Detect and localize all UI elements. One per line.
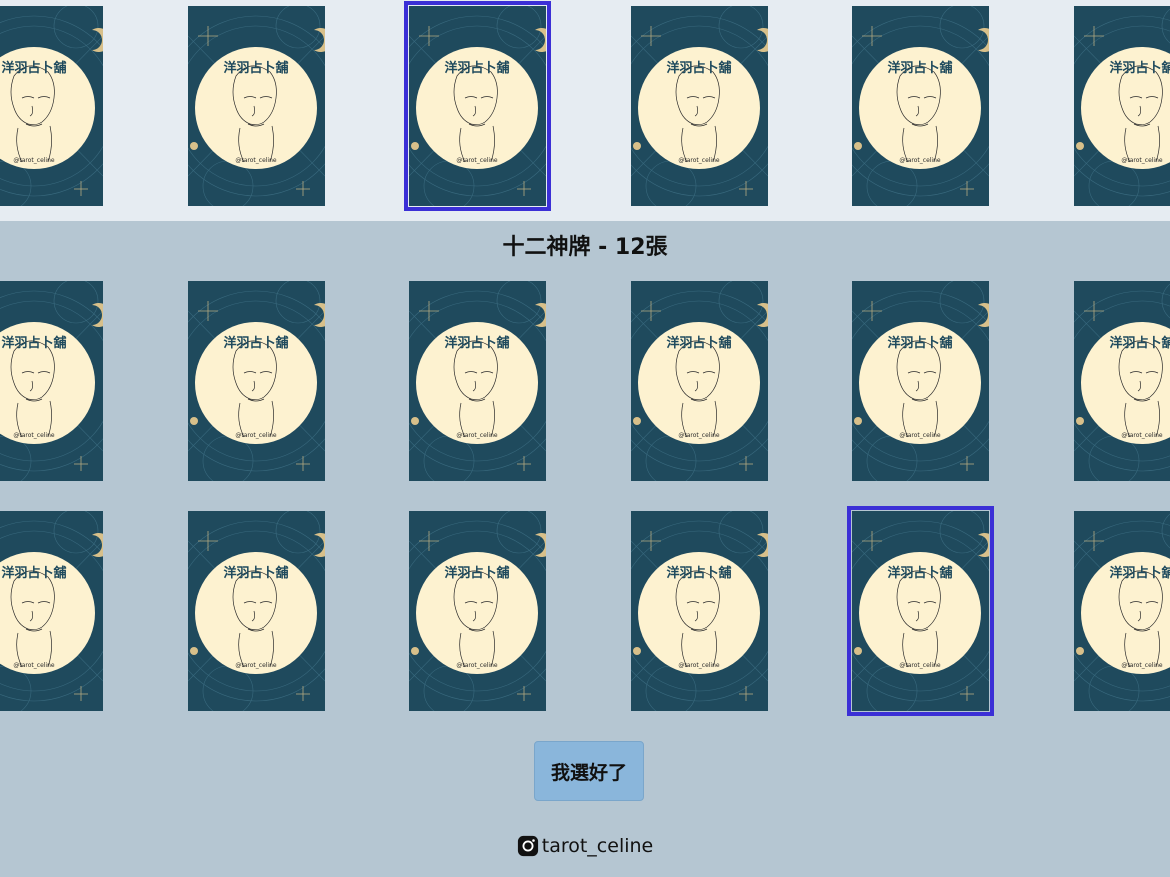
card-back-image: 洋羽占卜舖 @tarot_celine bbox=[631, 6, 768, 206]
svg-text:洋羽占卜舖: 洋羽占卜舖 bbox=[1109, 565, 1170, 581]
svg-text:洋羽占卜舖: 洋羽占卜舖 bbox=[666, 60, 731, 76]
svg-text:@tarot_celine: @tarot_celine bbox=[678, 157, 720, 164]
svg-text:@tarot_celine: @tarot_celine bbox=[899, 662, 941, 669]
svg-text:洋羽占卜舖: 洋羽占卜舖 bbox=[887, 335, 952, 351]
svg-text:@tarot_celine: @tarot_celine bbox=[899, 157, 941, 164]
svg-text:洋羽占卜舖: 洋羽占卜舖 bbox=[223, 60, 288, 76]
tarot-card[interactable]: 洋羽占卜舖 @tarot_celine bbox=[631, 281, 768, 481]
tarot-card-selected[interactable]: 洋羽占卜舖 @tarot_celine bbox=[847, 506, 994, 716]
card-back-image: 洋羽占卜舖 @tarot_celine bbox=[0, 511, 103, 711]
card-back-image: 洋羽占卜舖 @tarot_celine bbox=[852, 281, 989, 481]
tarot-card[interactable]: 洋羽占卜舖 @tarot_celine bbox=[0, 281, 103, 481]
instagram-link[interactable]: tarot_celine bbox=[517, 832, 654, 860]
card-back-image: 洋羽占卜舖 @tarot_celine bbox=[852, 6, 989, 206]
instagram-handle: tarot_celine bbox=[541, 835, 654, 857]
svg-text:@tarot_celine: @tarot_celine bbox=[899, 432, 941, 439]
svg-text:@tarot_celine: @tarot_celine bbox=[235, 157, 277, 164]
card-back-image: 洋羽占卜舖 @tarot_celine bbox=[852, 511, 989, 711]
svg-text:洋羽占卜舖: 洋羽占卜舖 bbox=[444, 565, 509, 581]
previous-deck-band bbox=[0, 0, 1170, 221]
svg-text:洋羽占卜舖: 洋羽占卜舖 bbox=[444, 335, 509, 351]
svg-text:洋羽占卜舖: 洋羽占卜舖 bbox=[1, 60, 66, 76]
tarot-card[interactable]: 洋羽占卜舖 @tarot_celine bbox=[631, 6, 768, 206]
card-back-image: 洋羽占卜舖 @tarot_celine bbox=[0, 6, 103, 206]
tarot-card[interactable]: 洋羽占卜舖 @tarot_celine bbox=[0, 6, 103, 206]
svg-text:@tarot_celine: @tarot_celine bbox=[456, 157, 498, 164]
confirm-selection-button[interactable]: 我選好了 bbox=[534, 741, 644, 801]
tarot-card[interactable]: 洋羽占卜舖 @tarot_celine bbox=[1074, 511, 1170, 711]
svg-text:洋羽占卜舖: 洋羽占卜舖 bbox=[444, 60, 509, 76]
tarot-card[interactable]: 洋羽占卜舖 @tarot_celine bbox=[188, 281, 325, 481]
card-back-image: 洋羽占卜舖 @tarot_celine bbox=[0, 281, 103, 481]
svg-text:洋羽占卜舖: 洋羽占卜舖 bbox=[223, 335, 288, 351]
svg-text:洋羽占卜舖: 洋羽占卜舖 bbox=[666, 565, 731, 581]
svg-text:@tarot_celine: @tarot_celine bbox=[1121, 432, 1163, 439]
tarot-card[interactable]: 洋羽占卜舖 @tarot_celine bbox=[409, 281, 546, 481]
tarot-card[interactable]: 洋羽占卜舖 @tarot_celine bbox=[631, 511, 768, 711]
svg-text:@tarot_celine: @tarot_celine bbox=[678, 662, 720, 669]
footer: tarot_celine bbox=[0, 832, 1170, 865]
card-back-image: 洋羽占卜舖 @tarot_celine bbox=[188, 511, 325, 711]
svg-text:@tarot_celine: @tarot_celine bbox=[678, 432, 720, 439]
card-back-image: 洋羽占卜舖 @tarot_celine bbox=[1074, 6, 1170, 206]
tarot-card[interactable]: 洋羽占卜舖 @tarot_celine bbox=[852, 281, 989, 481]
tarot-card[interactable]: 洋羽占卜舖 @tarot_celine bbox=[409, 511, 546, 711]
svg-text:洋羽占卜舖: 洋羽占卜舖 bbox=[223, 565, 288, 581]
tarot-card[interactable]: 洋羽占卜舖 @tarot_celine bbox=[188, 6, 325, 206]
svg-text:@tarot_celine: @tarot_celine bbox=[235, 662, 277, 669]
svg-text:洋羽占卜舖: 洋羽占卜舖 bbox=[1109, 60, 1170, 76]
svg-text:洋羽占卜舖: 洋羽占卜舖 bbox=[887, 565, 952, 581]
tarot-card[interactable]: 洋羽占卜舖 @tarot_celine bbox=[1074, 281, 1170, 481]
instagram-icon bbox=[517, 835, 538, 857]
svg-text:@tarot_celine: @tarot_celine bbox=[1121, 157, 1163, 164]
svg-text:@tarot_celine: @tarot_celine bbox=[13, 432, 55, 439]
card-back-image: 洋羽占卜舖 @tarot_celine bbox=[409, 281, 546, 481]
svg-text:洋羽占卜舖: 洋羽占卜舖 bbox=[1, 335, 66, 351]
tarot-card[interactable]: 洋羽占卜舖 @tarot_celine bbox=[852, 6, 989, 206]
svg-text:洋羽占卜舖: 洋羽占卜舖 bbox=[666, 335, 731, 351]
card-back-image: 洋羽占卜舖 @tarot_celine bbox=[409, 511, 546, 711]
tarot-card[interactable]: 洋羽占卜舖 @tarot_celine bbox=[0, 511, 103, 711]
card-back-image: 洋羽占卜舖 @tarot_celine bbox=[409, 6, 546, 206]
svg-text:洋羽占卜舖: 洋羽占卜舖 bbox=[1, 565, 66, 581]
section-title: 十二神牌 - 12張 bbox=[502, 235, 668, 260]
svg-text:洋羽占卜舖: 洋羽占卜舖 bbox=[1109, 335, 1170, 351]
svg-text:@tarot_celine: @tarot_celine bbox=[235, 432, 277, 439]
card-back-image: 洋羽占卜舖 @tarot_celine bbox=[1074, 511, 1170, 711]
tarot-card[interactable]: 洋羽占卜舖 @tarot_celine bbox=[1074, 6, 1170, 206]
card-back-image: 洋羽占卜舖 @tarot_celine bbox=[631, 281, 768, 481]
tarot-card-selected[interactable]: 洋羽占卜舖 @tarot_celine bbox=[404, 1, 551, 211]
card-back-image: 洋羽占卜舖 @tarot_celine bbox=[1074, 281, 1170, 481]
card-back-image: 洋羽占卜舖 @tarot_celine bbox=[188, 6, 325, 206]
card-back-image: 洋羽占卜舖 @tarot_celine bbox=[188, 281, 325, 481]
svg-text:@tarot_celine: @tarot_celine bbox=[1121, 662, 1163, 669]
svg-text:@tarot_celine: @tarot_celine bbox=[456, 662, 498, 669]
svg-text:@tarot_celine: @tarot_celine bbox=[456, 432, 498, 439]
card-back-image: 洋羽占卜舖 @tarot_celine bbox=[631, 511, 768, 711]
tarot-card[interactable]: 洋羽占卜舖 @tarot_celine bbox=[188, 511, 325, 711]
svg-text:洋羽占卜舖: 洋羽占卜舖 bbox=[887, 60, 952, 76]
svg-text:@tarot_celine: @tarot_celine bbox=[13, 157, 55, 164]
svg-text:@tarot_celine: @tarot_celine bbox=[13, 662, 55, 669]
